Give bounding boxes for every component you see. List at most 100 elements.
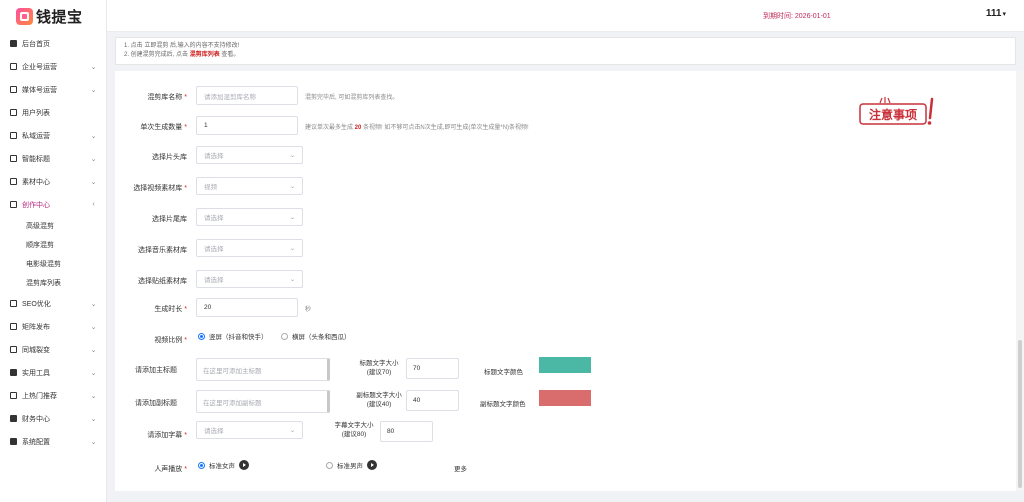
voice-male-radio[interactable]: 标准男声 — [326, 460, 377, 470]
voice-female-radio[interactable]: 标准女声 — [198, 460, 249, 470]
sidebar-item[interactable]: 私域运营 ⌄ — [0, 124, 106, 147]
sub-title-color-swatch[interactable] — [539, 390, 591, 406]
notice-text: 2. 创建混剪完成后, 点击 — [124, 52, 190, 58]
play-icon[interactable] — [367, 460, 377, 470]
sidebar: 钱提宝 后台首页 企业号运营 ⌄ 媒体号运营 ⌄ 用户列表 私域运营 ⌄ 智能标题 ⌄ 素材中心 ⌄ 创… — [0, 0, 107, 502]
chevron-down-icon: ▾ — [1002, 11, 1006, 18]
sidebar-item[interactable]: 后台首页 — [0, 32, 106, 55]
sidebar-item-label: 素材中心 — [22, 178, 50, 186]
subtitle-select-value: 请选择 — [204, 428, 224, 435]
sidebar-item-label: 用户列表 — [22, 109, 50, 117]
notice-line-2: 2. 创建混剪完成后, 点击 混剪库列表 查看。 — [124, 51, 1007, 60]
tool-icon — [9, 369, 17, 377]
expire-date: 到期时间: 2026-01-01 — [763, 13, 831, 20]
duration-unit: 秒 — [305, 307, 312, 313]
chevron-icon: ⌄ — [90, 415, 97, 423]
sub-title-label: 请添加副标题 — [135, 400, 177, 407]
list-icon — [9, 155, 17, 163]
ratio-landscape-radio[interactable]: 横屏（头条和西瓜） — [281, 331, 351, 341]
sidebar-subitem[interactable]: 高级混剪 — [0, 216, 106, 235]
sidebar-item-label: 财务中心 — [22, 415, 50, 423]
sidebar-item[interactable]: SEO优化 ⌄ — [0, 292, 106, 315]
sub-title-size-input[interactable]: 40 — [406, 390, 459, 411]
sidebar-item[interactable]: 媒体号运营 ⌄ — [0, 78, 106, 101]
sidebar-nav: 后台首页 企业号运营 ⌄ 媒体号运营 ⌄ 用户列表 私域运营 ⌄ 智能标题 ⌄ 素材中心 ⌄ 创作中心 ‹… — [0, 32, 106, 453]
sidebar-item-label: 上热门推荐 — [22, 392, 57, 400]
sidebar-item-label: 创作中心 — [22, 201, 50, 209]
video-lib-select[interactable]: 视频 ⌄ — [196, 177, 303, 195]
notice-panel: 1. 点击 立即混剪 后,输入的内容不支持修改! 2. 创建混剪完成后, 点击 … — [115, 37, 1016, 65]
gen-count-hint: 建议单次最多生成 20 条视频! 如不够可点击N次生成,即可生成(单次生成量*N… — [305, 125, 529, 131]
link-icon — [9, 346, 17, 354]
duration-input[interactable]: 20 — [196, 298, 298, 317]
music-select-value: 请选择 — [204, 246, 224, 253]
notice-badge-text: 注意事项 — [869, 107, 917, 122]
sidebar-item[interactable]: 矩阵发布 ⌄ — [0, 315, 106, 338]
chevron-down-icon: ⌄ — [289, 183, 295, 190]
ratio-label: 视频比例 * — [154, 337, 187, 344]
sidebar-subitem[interactable]: 混剪库列表 — [0, 273, 106, 292]
user-menu[interactable]: 111▾ — [986, 8, 1006, 19]
sticker-select[interactable]: 请选择 ⌄ — [196, 270, 303, 288]
notice-line-1: 1. 点击 立即混剪 后,输入的内容不支持修改! — [124, 43, 240, 49]
sidebar-item-label: 智能标题 — [22, 155, 50, 163]
music-select[interactable]: 请选择 ⌄ — [196, 239, 303, 257]
sidebar-item[interactable]: 素材中心 ⌄ — [0, 170, 106, 193]
main-title-size-input[interactable]: 70 — [406, 358, 459, 379]
brand-logo[interactable]: 钱提宝 — [0, 0, 106, 32]
video-lib-select-value: 视频 — [204, 184, 217, 191]
duration-label: 生成时长 * — [154, 306, 187, 313]
radio-checked-icon — [198, 332, 205, 340]
image-icon — [9, 178, 17, 186]
chevron-down-icon: ⌄ — [289, 245, 295, 252]
sidebar-item[interactable]: 同城裂变 ⌄ — [0, 338, 106, 361]
chevron-down-icon: ⌄ — [289, 427, 295, 434]
chevron-icon: ⌄ — [90, 346, 97, 354]
wallet-icon — [9, 415, 17, 423]
sidebar-item[interactable]: 用户列表 — [0, 101, 106, 124]
sidebar-item-label: 同城裂变 — [22, 346, 50, 354]
box-icon — [9, 86, 17, 94]
voice-female-label: 标准女声 — [209, 463, 235, 470]
sidebar-item[interactable]: 智能标题 ⌄ — [0, 147, 106, 170]
intro-select[interactable]: 请选择 ⌄ — [196, 146, 303, 164]
user-icon — [9, 109, 17, 117]
scrollbar-thumb[interactable] — [1018, 340, 1022, 488]
sidebar-item[interactable]: 企业号运营 ⌄ — [0, 55, 106, 78]
main-title-label: 请添加主标题 — [135, 367, 177, 374]
sidebar-item-label: SEO优化 — [22, 300, 51, 308]
intro-label: 选择片头库 — [152, 154, 187, 161]
sidebar-item-label: 实用工具 — [22, 369, 50, 377]
ratio-portrait-radio[interactable]: 竖屏（抖音和快手） — [198, 331, 268, 341]
sidebar-item[interactable]: 创作中心 ‹ — [0, 193, 106, 216]
sidebar-item-label: 私域运营 — [22, 132, 50, 140]
sidebar-item[interactable]: 财务中心 ⌄ — [0, 407, 106, 430]
lib-list-link[interactable]: 混剪库列表 — [190, 52, 220, 58]
voice-more-link[interactable]: 更多 — [454, 463, 467, 473]
sidebar-item[interactable]: 系统配置 ⌄ — [0, 430, 106, 453]
video-icon — [9, 323, 17, 331]
video-lib-label: 选择视频素材库 * — [133, 185, 187, 192]
subtitle-select[interactable]: 请选择 ⌄ — [196, 421, 303, 439]
main-title-textarea[interactable]: 在这里可添加主标题 — [196, 358, 330, 381]
seo-icon — [9, 300, 17, 308]
sidebar-subitem[interactable]: 顺序混剪 — [0, 235, 106, 254]
play-icon[interactable] — [239, 460, 249, 470]
notice-badge: 注意事项 — [859, 97, 934, 125]
sidebar-subitem[interactable]: 电影级混剪 — [0, 254, 106, 273]
sub-title-textarea[interactable]: 在这里可添加副标题 — [196, 390, 330, 413]
chevron-icon: ⌄ — [90, 132, 97, 140]
main-title-color-swatch[interactable] — [539, 357, 591, 373]
chevron-icon: ⌄ — [90, 63, 97, 71]
main-title-size-label: 标题文字大小 (建议70) — [359, 360, 399, 376]
ratio-portrait-label: 竖屏（抖音和快手） — [209, 334, 268, 341]
sub-title-color-label: 副标题文字颜色 — [480, 401, 526, 408]
lib-name-input[interactable]: 请添加混剪库名称 — [196, 86, 298, 105]
sticker-select-value: 请选择 — [204, 277, 224, 284]
outro-select[interactable]: 请选择 ⌄ — [196, 208, 303, 226]
lib-name-hint: 混剪完毕后, 可如混剪库列表查找。 — [305, 95, 399, 101]
chevron-down-icon: ⌄ — [289, 276, 295, 283]
subtitle-size-input[interactable]: 80 — [380, 421, 433, 442]
gen-count-input[interactable]: 1 — [196, 116, 298, 135]
sidebar-item-label: 矩阵发布 — [22, 323, 50, 331]
